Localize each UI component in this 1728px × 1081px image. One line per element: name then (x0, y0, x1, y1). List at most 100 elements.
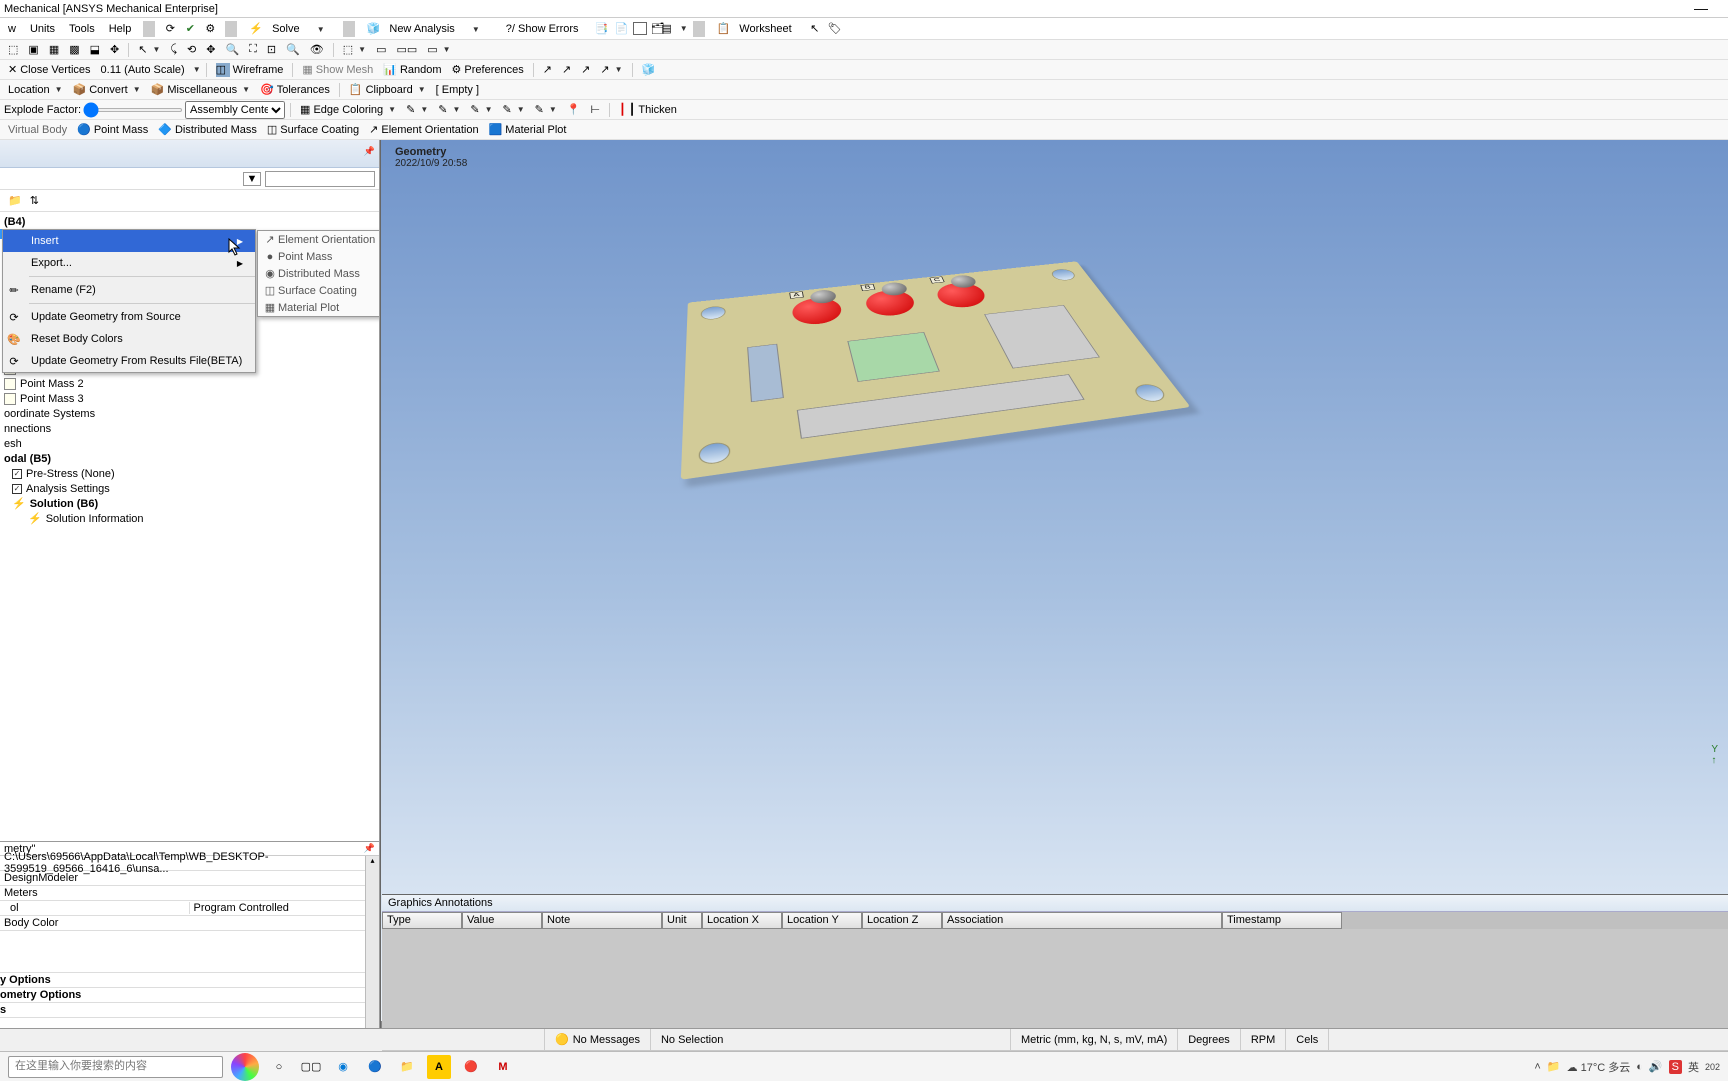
col-assoc[interactable]: Association (942, 912, 1222, 929)
ansys-icon[interactable]: A (427, 1055, 451, 1079)
point-mass-button[interactable]: 🔵 Point Mass (73, 121, 152, 139)
probe-icon[interactable]: 📍 (563, 101, 585, 119)
sub-elem-orient[interactable]: ↗Element Orientation (258, 231, 379, 248)
tree-solution[interactable]: ⚡ Solution (B6) (0, 496, 379, 511)
random-button[interactable]: 📊 Random (379, 61, 445, 79)
fit-icon[interactable]: ⊡ (263, 41, 280, 59)
ime-lang[interactable]: 英 (1688, 1059, 1699, 1075)
details-section[interactable]: s (0, 1003, 379, 1018)
explorer-icon[interactable]: 📁 (395, 1055, 419, 1079)
ctx-reset-colors[interactable]: 🎨 Reset Body Colors (3, 328, 255, 350)
tree-connections[interactable]: nnections (0, 421, 379, 436)
filter-input[interactable] (265, 171, 375, 187)
auto-scale-label[interactable]: 0.11 (Auto Scale) (97, 61, 189, 79)
view-icon[interactable]: ▭▼ (423, 41, 454, 59)
thicken-button[interactable]: ┃┃ Thicken (615, 101, 681, 119)
dist-mass-button[interactable]: 🔷 Distributed Mass (154, 121, 261, 139)
ctx-rename[interactable]: ✏ Rename (F2) (3, 279, 255, 301)
elem-orient-button[interactable]: ↗ Element Orientation (365, 121, 482, 139)
tree-coordinate[interactable]: oordinate Systems (0, 406, 379, 421)
tray-icon[interactable]: 📁 (1547, 1060, 1561, 1073)
nav-icon[interactable]: ⬓ (86, 41, 104, 59)
convert-button[interactable]: 📦 Convert ▼ (69, 81, 145, 99)
col-locy[interactable]: Location Y (782, 912, 862, 929)
iso-icon[interactable]: ⬚▼ (339, 41, 370, 59)
cube-icon[interactable]: 🧊 (638, 61, 660, 79)
axis-icon[interactable]: ↗ (558, 61, 575, 79)
app-icon[interactable]: 🔵 (363, 1055, 387, 1079)
sub-material-plot[interactable]: ▦Material Plot (258, 299, 379, 316)
worksheet-button[interactable]: 📋 Worksheet (711, 20, 804, 37)
filter-dropdown[interactable]: ▼ (243, 172, 261, 186)
location-button[interactable]: Location ▼ (4, 81, 67, 99)
tree-solution-info[interactable]: ⚡ Solution Information (0, 511, 379, 526)
cortana-icon[interactable]: ○ (267, 1055, 291, 1079)
menu-tools[interactable]: Tools (63, 21, 101, 37)
nav-icon[interactable]: ▣ (24, 41, 42, 59)
app-icon[interactable]: 🔴 (459, 1055, 483, 1079)
clock[interactable]: 202 (1705, 1062, 1720, 1072)
scrollbar[interactable]: ▴ ▾ (365, 856, 379, 1036)
close-vertices-button[interactable]: ✕ Close Vertices (4, 61, 95, 79)
preferences-button[interactable]: ⚙ Preferences (448, 61, 528, 79)
ctx-export[interactable]: Export... ▶ (3, 252, 255, 274)
weather-widget[interactable]: ☁ 17°C 多云 (1567, 1059, 1631, 1075)
menu-w[interactable]: w (2, 21, 22, 37)
zoom-icon[interactable]: 🔍 (282, 41, 304, 59)
tree-point-mass-3[interactable]: Point Mass 3 (0, 391, 379, 406)
tag-icon[interactable]: 🏷 (826, 20, 844, 38)
ctx-insert[interactable]: Insert ▶ (3, 230, 255, 252)
pointer-icon[interactable]: ↖ (806, 20, 824, 38)
minimize-button[interactable]: — (1694, 0, 1708, 16)
check-icon[interactable]: ✔ (181, 20, 199, 38)
col-note[interactable]: Note (542, 912, 662, 929)
pan-icon[interactable]: ✥ (202, 41, 219, 59)
details-row[interactable]: DesignModeler (0, 871, 379, 886)
col-value[interactable]: Value (462, 912, 542, 929)
solve-button[interactable]: ⚡ Solve ▼ (243, 20, 336, 37)
tree-point-mass-2[interactable]: Point Mass 2 (0, 376, 379, 391)
edge-icon[interactable]: ✎▼ (402, 101, 432, 119)
tray-icon[interactable]: 🔊 (1649, 1060, 1663, 1073)
virtual-body-button[interactable]: Virtual Body (4, 121, 71, 139)
misc-button[interactable]: 📦 Miscellaneous ▼ (147, 81, 254, 99)
task-view-icon[interactable]: ▢▢ (299, 1055, 323, 1079)
ctx-update-source[interactable]: ⟳ Update Geometry from Source (3, 306, 255, 328)
view-icon[interactable]: ▭ (372, 41, 390, 59)
ctx-update-results[interactable]: ⟳ Update Geometry From Results File(BETA… (3, 350, 255, 372)
sub-dist-mass[interactable]: ◉Distributed Mass (258, 265, 379, 282)
app-icon[interactable]: M (491, 1055, 515, 1079)
explode-slider[interactable] (83, 108, 183, 112)
assembly-select[interactable]: Assembly Center (185, 101, 285, 119)
edge-icon[interactable]: ✎▼ (499, 101, 529, 119)
tree-mesh[interactable]: esh (0, 436, 379, 451)
tray-chevron-icon[interactable]: ˄ (1534, 1061, 1540, 1073)
view-icon[interactable]: ▭▭ (392, 41, 421, 59)
edge-icon[interactable]: ◉ (331, 1055, 355, 1079)
edge-icon[interactable]: ✎▼ (434, 101, 464, 119)
refresh-icon[interactable]: ⟳ (161, 20, 179, 38)
sub-point-mass[interactable]: ●Point Mass (258, 248, 379, 265)
axis-icon[interactable]: ↗▼ (596, 61, 626, 79)
show-mesh-button[interactable]: ▦ Show Mesh (298, 61, 377, 79)
folder-icon[interactable]: 📁 (8, 194, 22, 207)
cursor-icon[interactable]: ⤹ (166, 41, 181, 59)
menu-help[interactable]: Help (103, 21, 138, 37)
col-type[interactable]: Type (382, 912, 462, 929)
clipboard-button[interactable]: 📋 Clipboard ▼ (345, 81, 430, 99)
show-errors-button[interactable]: ?/ Show Errors (494, 21, 591, 37)
col-timestamp[interactable]: Timestamp (1222, 912, 1342, 929)
wireframe-button[interactable]: ◫ Wireframe (212, 61, 288, 79)
nav-icon[interactable]: ▦ (45, 41, 63, 59)
new-analysis-button[interactable]: 🧊 New Analysis ▼ (361, 20, 492, 37)
annotations-table[interactable]: Type Value Note Unit Location X Location… (382, 912, 1728, 929)
nav-icon[interactable]: ✥ (106, 41, 123, 59)
select-mode-icon[interactable]: ↖▼ (134, 41, 164, 59)
material-plot-button[interactable]: 🟦 Material Plot (485, 121, 571, 139)
edge-icon[interactable]: ✎▼ (531, 101, 561, 119)
nav-icon[interactable]: ⬚ (4, 41, 22, 59)
tree-prestress[interactable]: ✓Pre-Stress (None) (0, 466, 379, 481)
tray-icon[interactable]: ◐ (1636, 1061, 1643, 1073)
surface-coating-button[interactable]: ◫ Surface Coating (263, 121, 363, 139)
details-row[interactable]: Meters (0, 886, 379, 901)
